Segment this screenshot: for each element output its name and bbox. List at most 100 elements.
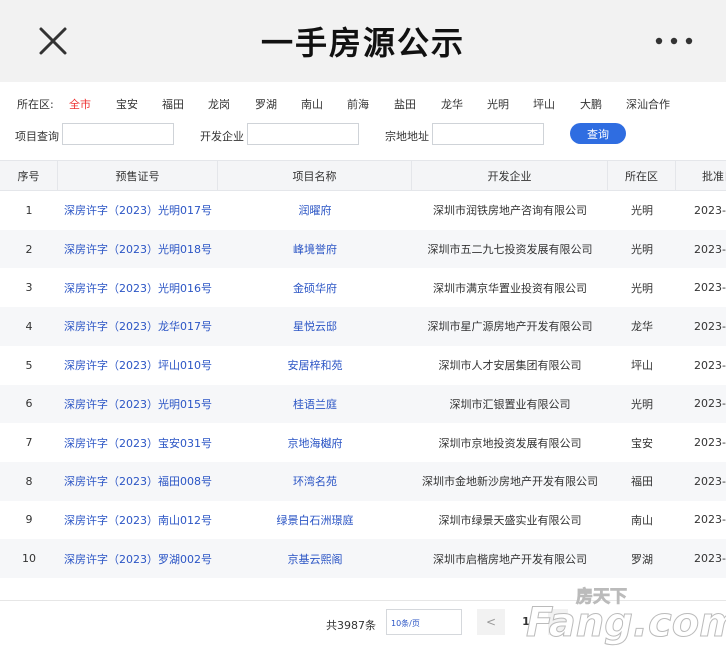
district-option[interactable]: 福田: [162, 96, 184, 112]
presale-cert-link[interactable]: 深房许字（2023）光明018号: [58, 230, 218, 269]
district-name: 宝安: [631, 436, 653, 450]
district-option[interactable]: 罗湖: [255, 96, 277, 112]
row-number: 9: [25, 513, 33, 527]
row-number: 2: [25, 242, 33, 256]
fang-watermark-logo: 房天下 Fang.com: [526, 586, 726, 647]
project-name-link[interactable]: 峰境誉府: [218, 230, 412, 269]
approval-date: 2023-0: [694, 474, 726, 488]
district-name: 坪山: [631, 359, 653, 373]
table-row: 8 深房许字（2023）福田008号 环湾名苑 深圳市金地新沙房地产开发有限公司 福田 2…: [0, 461, 726, 501]
title-bar: 一手房源公示: [0, 0, 726, 82]
row-number: 8: [25, 474, 33, 488]
presale-cert-link[interactable]: 深房许字（2023）南山012号: [58, 501, 218, 540]
column-header-developer: 开发企业: [412, 161, 608, 190]
project-name-link[interactable]: 绿景白石洲璟庭: [218, 501, 412, 540]
parcel-address-input[interactable]: [432, 123, 544, 145]
row-number: 5: [25, 358, 33, 372]
project-name-link[interactable]: 安居梓和苑: [218, 346, 412, 385]
presale-cert-link[interactable]: 深房许字（2023）福田008号: [58, 462, 218, 501]
row-number: 7: [25, 436, 33, 450]
row-number: 4: [25, 319, 33, 333]
row-number: 3: [25, 281, 33, 295]
developer-label: 开发企业: [200, 130, 244, 143]
approval-date: 2023-0: [694, 436, 726, 450]
more-options-icon[interactable]: [654, 36, 694, 46]
district-option[interactable]: 龙华: [441, 96, 463, 112]
developer-name: 深圳市启楷房地产开发有限公司: [433, 552, 587, 566]
page-size-select[interactable]: 10条/页: [386, 609, 462, 635]
table-row: 7 深房许字（2023）宝安031号 京地海樾府 深圳市京地投资发展有限公司 宝安 202…: [0, 423, 726, 462]
district-option[interactable]: 大鹏: [580, 96, 602, 112]
presale-cert-link[interactable]: 深房许字（2023）龙华017号: [58, 307, 218, 346]
developer-input[interactable]: [247, 123, 359, 145]
filter-panel: 所在区: 全市 宝安 福田 龙岗 罗湖 南山 前海 盐田 龙华 光明 坪山 大鹏…: [0, 82, 726, 160]
prev-page-button[interactable]: <: [477, 609, 505, 635]
district-option[interactable]: 深汕合作: [626, 96, 670, 112]
column-header-name: 项目名称: [218, 161, 412, 190]
developer-name: 深圳市京地投资发展有限公司: [438, 436, 582, 450]
district-name: 光明: [631, 281, 653, 295]
approval-date: 2023-0: [694, 552, 726, 566]
project-name-link[interactable]: 星悦云邸: [218, 307, 412, 346]
developer-name: 深圳市五二九七投资发展有限公司: [427, 243, 593, 257]
district-option[interactable]: 盐田: [394, 96, 416, 112]
developer-name: 深圳市金地新沙房地产开发有限公司: [422, 475, 598, 489]
district-filter-label: 所在区:: [17, 98, 54, 111]
district-option[interactable]: 南山: [301, 96, 323, 112]
presale-cert-link[interactable]: 深房许字（2023）罗湖002号: [58, 539, 218, 578]
table-header: 序号 预售证号 项目名称 开发企业 所在区 批准日: [0, 160, 726, 191]
district-option-all[interactable]: 全市: [69, 96, 91, 112]
column-header-district: 所在区: [608, 161, 676, 190]
search-row: 项目查询 开发企业 宗地地址 查询: [0, 122, 726, 148]
approval-date: 2023-0: [694, 513, 726, 527]
developer-name: 深圳市人才安居集团有限公司: [438, 359, 582, 373]
presale-cert-link[interactable]: 深房许字（2023）光明015号: [58, 385, 218, 424]
table-row: 9 深房许字（2023）南山012号 绿景白石洲璟庭 深圳市绿景天盛实业有限公司 南山 2…: [0, 501, 726, 540]
project-name-link[interactable]: 环湾名苑: [218, 462, 412, 501]
district-name: 光明: [631, 397, 653, 411]
district-name: 南山: [631, 513, 653, 527]
district-name: 龙华: [631, 320, 653, 334]
developer-name: 深圳市绿景天盛实业有限公司: [438, 513, 582, 527]
project-name-link[interactable]: 润曜府: [218, 191, 412, 230]
column-header-cert: 预售证号: [58, 161, 218, 190]
district-option[interactable]: 光明: [487, 96, 509, 112]
approval-date: 2023-0: [694, 397, 726, 411]
project-name-link[interactable]: 金硕华府: [218, 268, 412, 307]
table-row: 4 深房许字（2023）龙华017号 星悦云邸 深圳市星广源房地产开发有限公司 龙华 20…: [0, 307, 726, 346]
developer-name: 深圳市满京华置业投资有限公司: [433, 281, 587, 295]
table-row: 5 深房许字（2023）坪山010号 安居梓和苑 深圳市人才安居集团有限公司 坪山 202…: [0, 346, 726, 385]
approval-date: 2023-0: [694, 358, 726, 372]
watermark-en: Fang.com: [526, 600, 726, 646]
table-row: 10 深房许字（2023）罗湖002号 京基云熙阁 深圳市启楷房地产开发有限公司 罗湖 2…: [0, 539, 726, 578]
presale-cert-link[interactable]: 深房许字（2023）光明017号: [58, 191, 218, 230]
district-option[interactable]: 坪山: [533, 96, 555, 112]
row-number: 1: [25, 203, 33, 217]
project-name-link[interactable]: 京地海樾府: [218, 423, 412, 462]
district-option[interactable]: 龙岗: [208, 96, 230, 112]
developer-name: 深圳市星广源房地产开发有限公司: [427, 320, 593, 334]
approval-date: 2023-0: [694, 203, 726, 217]
row-number: 6: [25, 397, 33, 411]
district-name: 光明: [631, 243, 653, 257]
table-row: 1 深房许字（2023）光明017号 润曜府 深圳市润铁房地产咨询有限公司 光明 2023…: [0, 191, 726, 230]
column-header-date: 批准日: [676, 161, 726, 190]
query-button[interactable]: 查询: [570, 123, 626, 144]
presale-cert-link[interactable]: 深房许字（2023）光明016号: [58, 268, 218, 307]
presale-cert-link[interactable]: 深房许字（2023）坪山010号: [58, 346, 218, 385]
district-option[interactable]: 前海: [347, 96, 369, 112]
table-row: 6 深房许字（2023）光明015号桂语兰庭 深圳市汇银置业有限公司 光明 2023-0: [0, 384, 726, 424]
table-row: 2 深房许字（2023）光明018号 峰境誉府 深圳市五二九七投资发展有限公司 光明 20…: [0, 229, 726, 269]
district-name: 光明: [631, 204, 653, 218]
total-count: 共3987条: [326, 619, 376, 632]
district-name: 罗湖: [631, 552, 653, 566]
parcel-address-label: 宗地地址: [385, 130, 429, 143]
approval-date: 2023-0: [694, 242, 726, 256]
presale-cert-link[interactable]: 深房许字（2023）宝安031号: [58, 423, 218, 462]
row-number: 10: [22, 552, 36, 566]
district-option[interactable]: 宝安: [116, 96, 138, 112]
project-name-link[interactable]: 桂语兰庭: [218, 385, 412, 424]
page-title: 一手房源公示: [260, 24, 465, 62]
project-name-link[interactable]: 京基云熙阁: [218, 539, 412, 578]
project-query-input[interactable]: [62, 123, 174, 145]
